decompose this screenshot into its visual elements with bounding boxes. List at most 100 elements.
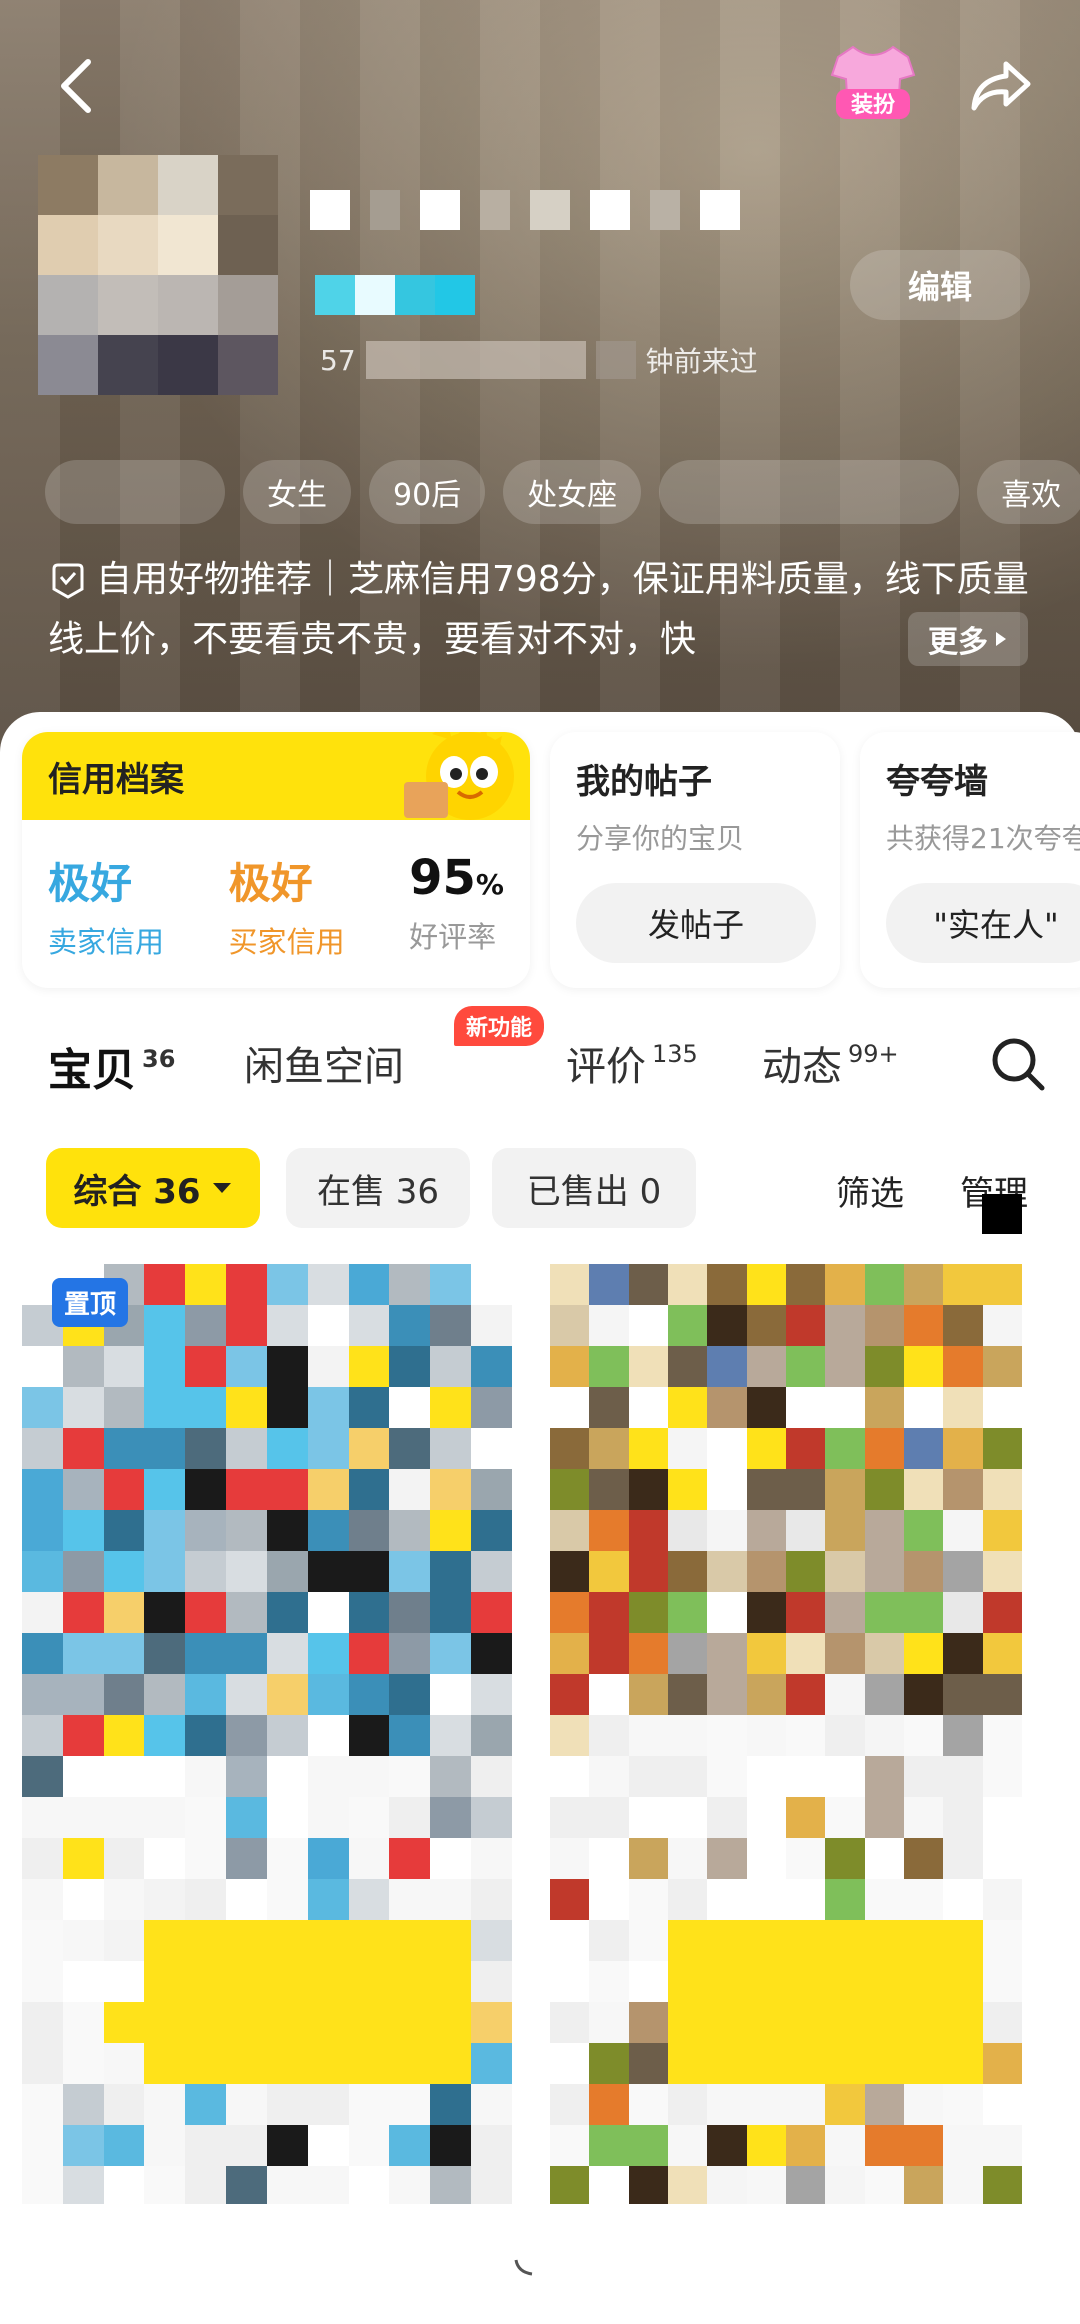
tab-items[interactable]: 宝贝 36 (48, 1034, 175, 1108)
mosaic-tile (982, 1469, 1022, 1510)
mosaic-tile (943, 1920, 983, 1961)
mosaic-tile (62, 1879, 104, 1920)
mosaic-tile (903, 1592, 944, 1633)
avatar[interactable] (38, 155, 278, 395)
filter-sold[interactable]: 已售出 0 (492, 1148, 696, 1228)
mosaic-tile (185, 2002, 227, 2043)
mosaic-tile (589, 1961, 629, 2002)
product-card-pixelated[interactable] (22, 1264, 512, 2214)
mosaic-tile (825, 1715, 865, 1756)
mosaic-tile (471, 1633, 512, 1674)
mosaic-tile (226, 1428, 267, 1469)
praise-wall-card[interactable]: 夸夸墙 共获得21次夸夸 "实在人" (860, 732, 1080, 988)
mosaic-tile (982, 1264, 1022, 1305)
mosaic-tile (185, 1920, 227, 1961)
mosaic-tile (785, 1510, 826, 1551)
content-sheet: 信用档案 极好 卖家信用 极好 买家信用 95% 好评率 我的帖子 分享你的宝贝… (0, 712, 1080, 2324)
mosaic-tile (144, 1387, 186, 1428)
mosaic-tile (389, 1592, 431, 1633)
posts-card-subtitle: 分享你的宝贝 (576, 822, 745, 855)
mosaic-tile (266, 1592, 308, 1633)
mosaic-tile (825, 1469, 865, 1510)
mosaic-tile (707, 1510, 747, 1551)
svg-text:装扮: 装扮 (851, 93, 895, 118)
mosaic-tile (103, 1387, 145, 1428)
loading-spinner-icon (514, 2259, 533, 2276)
mosaic-tile (864, 1715, 904, 1756)
credit-card[interactable]: 信用档案 极好 卖家信用 极好 买家信用 95% 好评率 (22, 732, 530, 988)
mosaic-tile (864, 2043, 904, 2084)
my-posts-card[interactable]: 我的帖子 分享你的宝贝 发帖子 (550, 732, 840, 988)
filter-all[interactable]: 综合 36 (46, 1148, 260, 1228)
mosaic-tile (785, 1920, 826, 1961)
mosaic-tile (389, 1346, 431, 1387)
redaction-box (982, 1194, 1022, 1234)
mosaic-tile (864, 1592, 904, 1633)
level-badge-pixelated (315, 275, 475, 315)
mosaic-tile (943, 1264, 983, 1305)
mosaic-tile (707, 1633, 747, 1674)
tag-gender: 女生 (243, 460, 351, 524)
mosaic-tile (864, 2002, 904, 2043)
mosaic-tile (144, 1469, 186, 1510)
dress-up-button[interactable]: 装扮 (825, 38, 921, 128)
mosaic-tile (628, 2125, 668, 2166)
mosaic-tile (307, 1961, 349, 2002)
tab-xianyu-space[interactable]: 闲鱼空间 (244, 1034, 404, 1092)
mosaic-tile (550, 2166, 590, 2207)
new-feature-badge: 新功能 (454, 1006, 545, 1046)
mosaic-tile (746, 2002, 786, 2043)
mosaic-tile (943, 1961, 983, 2002)
bio-more-button[interactable]: 更多 (908, 612, 1028, 666)
mosaic-tile (471, 2002, 512, 2043)
mosaic-tile (103, 2125, 145, 2166)
mosaic-tile (628, 1551, 668, 1592)
mosaic-tile (550, 1387, 590, 1428)
mosaic-tile (226, 1633, 267, 1674)
mosaic-tile (550, 1346, 590, 1387)
mosaic-tile (185, 1674, 227, 1715)
mosaic-tile (785, 1305, 826, 1346)
mosaic-tile (389, 2084, 431, 2125)
mosaic-tile (348, 1715, 390, 1756)
mosaic-tile (226, 1469, 267, 1510)
mosaic-tile (825, 2043, 865, 2084)
mosaic-tile (903, 1387, 944, 1428)
mosaic-tile (825, 2002, 865, 2043)
mosaic-tile (746, 1961, 786, 2002)
mosaic-tile (746, 2166, 786, 2207)
mosaic-tile (746, 1592, 786, 1633)
mosaic-tile (982, 1797, 1022, 1838)
product-card-pixelated[interactable] (550, 1264, 1022, 2214)
mosaic-tile (707, 1387, 747, 1428)
mosaic-tile (430, 1756, 472, 1797)
mosaic-tile (226, 1715, 267, 1756)
mosaic-tile (707, 1592, 747, 1633)
tag-pixelated (659, 460, 960, 524)
filter-button[interactable]: 筛选 (836, 1166, 904, 1215)
share-button[interactable] (960, 50, 1040, 122)
mosaic-tile (62, 1510, 104, 1551)
mosaic-tile (707, 1674, 747, 1715)
search-icon[interactable] (988, 1034, 1048, 1094)
tab-reviews[interactable]: 评价 135 (566, 1034, 698, 1092)
mosaic-tile (144, 1551, 186, 1592)
tab-activity[interactable]: 动态 99+ (762, 1034, 899, 1092)
mosaic-tile (389, 1920, 431, 1961)
mosaic-tile (589, 1838, 629, 1879)
mosaic-tile (348, 1305, 390, 1346)
share-icon (971, 61, 1031, 111)
mosaic-tile (266, 1756, 308, 1797)
mosaic-tile (785, 1346, 826, 1387)
mosaic-tile (628, 1510, 668, 1551)
praise-tag-button[interactable]: "实在人" (886, 883, 1080, 963)
filter-on-sale[interactable]: 在售 36 (286, 1148, 470, 1228)
mosaic-tile (707, 1756, 747, 1797)
edit-profile-button[interactable]: 编辑 (850, 250, 1030, 320)
mosaic-tile (103, 1797, 145, 1838)
create-post-button[interactable]: 发帖子 (576, 883, 816, 963)
mosaic-tile (589, 1592, 629, 1633)
back-button[interactable] (40, 50, 112, 122)
mosaic-tile (628, 1879, 668, 1920)
filter-bar: 综合 36 在售 36 已售出 0 筛选 管理 (46, 1148, 1056, 1234)
